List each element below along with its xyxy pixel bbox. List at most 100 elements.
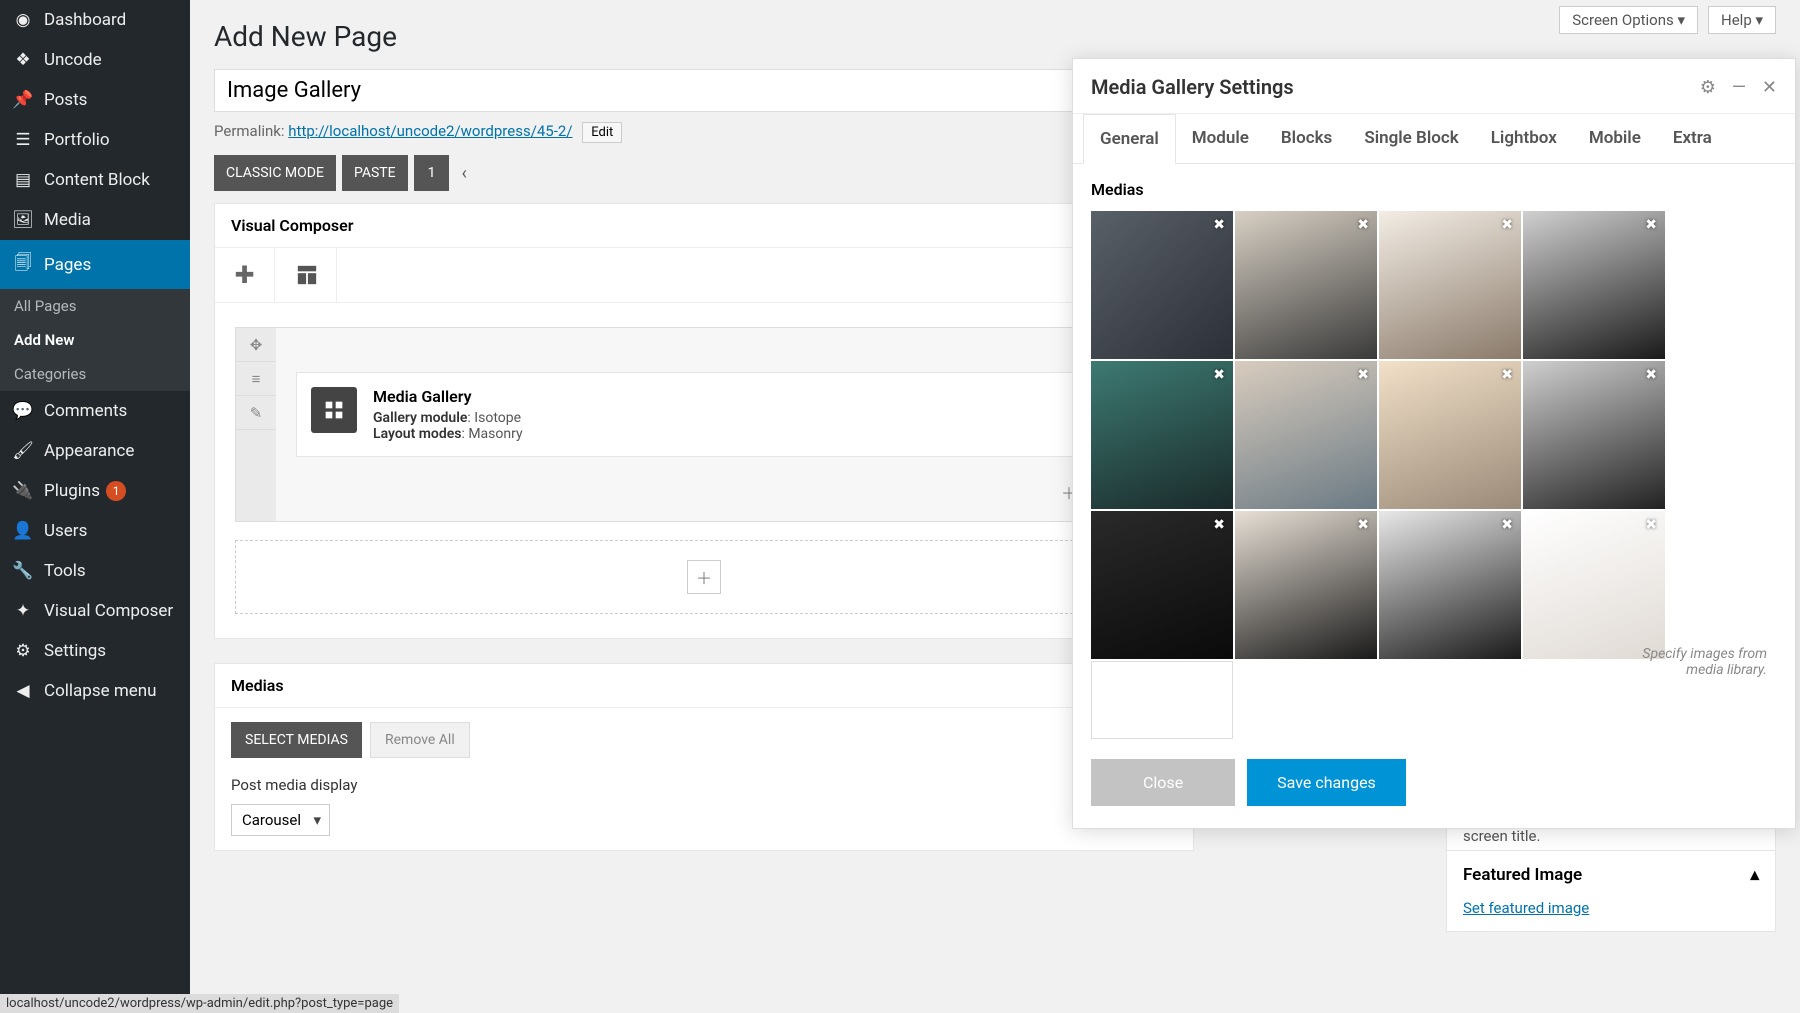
- sidebar-item-contentblock[interactable]: ▤Content Block: [0, 160, 190, 200]
- sidebar-item-dashboard[interactable]: ◉Dashboard: [0, 0, 190, 40]
- sidebar-item-settings[interactable]: ⚙Settings: [0, 631, 190, 671]
- display-select[interactable]: Carousel: [231, 804, 330, 836]
- remove-thumb-icon[interactable]: ✖: [1645, 367, 1657, 383]
- media-thumb[interactable]: ✖: [1091, 511, 1233, 659]
- media-thumb[interactable]: ✖: [1523, 511, 1665, 659]
- remove-thumb-icon[interactable]: ✖: [1357, 367, 1369, 383]
- media-thumb[interactable]: ✖: [1379, 211, 1521, 359]
- sub-all-pages[interactable]: All Pages: [0, 289, 190, 323]
- move-icon[interactable]: ✥: [236, 328, 276, 362]
- sidebar-item-uncode[interactable]: ❖Uncode: [0, 40, 190, 80]
- tab-blocks[interactable]: Blocks: [1265, 114, 1348, 163]
- sub-add-new[interactable]: Add New: [0, 323, 190, 357]
- help-button[interactable]: Help ▾: [1708, 6, 1776, 34]
- tab-general[interactable]: General: [1083, 114, 1176, 164]
- sidebar-item-plugins[interactable]: 🔌Plugins1: [0, 471, 190, 511]
- sidebar-item-visualcomposer[interactable]: ✦Visual Composer: [0, 591, 190, 631]
- add-row-button[interactable]: ＋: [687, 560, 721, 594]
- display-value: Carousel: [242, 811, 301, 829]
- admin-sidebar: ◉Dashboard ❖Uncode 📌Posts ☰Portfolio ▤Co…: [0, 0, 190, 1013]
- medias-buttons: SELECT MEDIAS Remove All: [231, 722, 1177, 758]
- add-element-button[interactable]: ✚: [215, 248, 275, 302]
- vc-element-text: Media Gallery Gallery module: Isotope La…: [373, 387, 523, 442]
- sidebar-item-collapse[interactable]: ◀Collapse menu: [0, 671, 190, 711]
- vc-add-row: ＋: [235, 540, 1173, 614]
- vc-panel-title: Visual Composer: [215, 204, 1193, 248]
- remove-thumb-icon[interactable]: ✖: [1213, 217, 1225, 233]
- sidebar-label: Pages: [44, 255, 91, 275]
- top-bar: Screen Options ▾ Help ▾: [1559, 6, 1776, 34]
- remove-thumb-icon[interactable]: ✖: [1501, 217, 1513, 233]
- set-featured-image-link[interactable]: Set featured image: [1463, 899, 1589, 917]
- columns-icon[interactable]: ≡: [236, 362, 276, 396]
- save-changes-button[interactable]: Save changes: [1247, 759, 1406, 806]
- chevron-up-icon[interactable]: ▴: [1750, 865, 1759, 885]
- sidebar-label: Visual Composer: [44, 601, 173, 621]
- tab-single-block[interactable]: Single Block: [1348, 114, 1474, 163]
- media-thumb[interactable]: ✖: [1235, 211, 1377, 359]
- vc-row: ✥ ≡ ✎ ＋ Media Gallery Gallery module: Is…: [235, 327, 1173, 522]
- sidebar-label: Content Block: [44, 170, 150, 190]
- remove-thumb-icon[interactable]: ✖: [1501, 367, 1513, 383]
- sidebar-item-users[interactable]: 👤Users: [0, 511, 190, 551]
- media-thumb[interactable]: ✖: [1523, 361, 1665, 509]
- remove-thumb-icon[interactable]: ✖: [1213, 517, 1225, 533]
- tab-extra[interactable]: Extra: [1657, 114, 1728, 163]
- vc-toolbar: ✚: [215, 248, 1193, 303]
- sidebar-label: Tools: [44, 561, 86, 581]
- media-thumb[interactable]: ✖: [1091, 211, 1233, 359]
- sidebar-item-posts[interactable]: 📌Posts: [0, 80, 190, 120]
- tab-module[interactable]: Module: [1176, 114, 1265, 163]
- gear-icon[interactable]: ⚙: [1700, 77, 1716, 98]
- classic-mode-button[interactable]: CLASSIC MODE: [214, 155, 336, 191]
- help-label: Help: [1721, 11, 1752, 29]
- sidebar-item-portfolio[interactable]: ☰Portfolio: [0, 120, 190, 160]
- media-thumb[interactable]: ✖: [1235, 511, 1377, 659]
- vc-element-media-gallery[interactable]: Media Gallery Gallery module: Isotope La…: [296, 372, 1152, 457]
- remove-thumb-icon[interactable]: ✖: [1501, 517, 1513, 533]
- close-button[interactable]: Close: [1091, 759, 1235, 806]
- sidebar-label: Posts: [44, 90, 87, 110]
- edit-permalink-button[interactable]: Edit: [582, 122, 622, 143]
- remove-thumb-icon[interactable]: ✖: [1357, 517, 1369, 533]
- page-heading: Add New Page: [214, 20, 1776, 53]
- chevron-left-icon[interactable]: ‹: [455, 163, 472, 184]
- settings-title: Media Gallery Settings: [1091, 75, 1684, 99]
- close-icon[interactable]: ✕: [1762, 77, 1777, 98]
- minimize-icon[interactable]: —: [1732, 77, 1746, 98]
- media-thumb[interactable]: ✖: [1379, 511, 1521, 659]
- media-thumb[interactable]: ✖: [1091, 361, 1233, 509]
- media-thumb[interactable]: ✖: [1235, 361, 1377, 509]
- remove-thumb-icon[interactable]: ✖: [1213, 367, 1225, 383]
- medias-panel: Medias SELECT MEDIAS Remove All Post med…: [214, 663, 1194, 851]
- sidebar-item-appearance[interactable]: 🖌Appearance: [0, 431, 190, 471]
- media-thumb[interactable]: ✖: [1523, 211, 1665, 359]
- comment-icon: 💬: [12, 401, 34, 421]
- sidebar-label: Collapse menu: [44, 681, 157, 701]
- uncode-icon: ❖: [12, 50, 34, 70]
- paste-button[interactable]: PASTE: [342, 155, 408, 191]
- remove-thumb-icon[interactable]: ✖: [1357, 217, 1369, 233]
- sidebar-item-comments[interactable]: 💬Comments: [0, 391, 190, 431]
- sub-categories[interactable]: Categories: [0, 357, 190, 391]
- permalink-link[interactable]: http://localhost/uncode2/wordpress/45-2/: [288, 122, 572, 140]
- add-media-slot[interactable]: [1091, 661, 1233, 739]
- templates-button[interactable]: [277, 248, 337, 302]
- select-medias-button[interactable]: SELECT MEDIAS: [231, 722, 362, 758]
- remove-all-button[interactable]: Remove All: [370, 722, 470, 758]
- remove-thumb-icon[interactable]: ✖: [1645, 217, 1657, 233]
- tab-lightbox[interactable]: Lightbox: [1475, 114, 1573, 163]
- media-thumb[interactable]: ✖: [1379, 361, 1521, 509]
- sidebar-item-media[interactable]: 🖼Media: [0, 200, 190, 240]
- sidebar-item-pages[interactable]: 🗐Pages: [0, 240, 190, 289]
- page-title-input[interactable]: [214, 69, 1194, 112]
- tab-mobile[interactable]: Mobile: [1573, 114, 1657, 163]
- remove-thumb-icon[interactable]: ✖: [1645, 517, 1657, 533]
- settings-body: Medias ✖ ✖ ✖ ✖ ✖ ✖ ✖ ✖ ✖ ✖ ✖ ✖ Specify i…: [1073, 164, 1795, 743]
- display-label: Post media display: [231, 776, 1177, 794]
- sidebar-item-tools[interactable]: 🔧Tools: [0, 551, 190, 591]
- screen-options-button[interactable]: Screen Options ▾: [1559, 6, 1698, 34]
- edit-row-icon[interactable]: ✎: [236, 396, 276, 430]
- permalink-label: Permalink:: [214, 122, 285, 140]
- settings-header: Media Gallery Settings ⚙ — ✕: [1073, 59, 1795, 114]
